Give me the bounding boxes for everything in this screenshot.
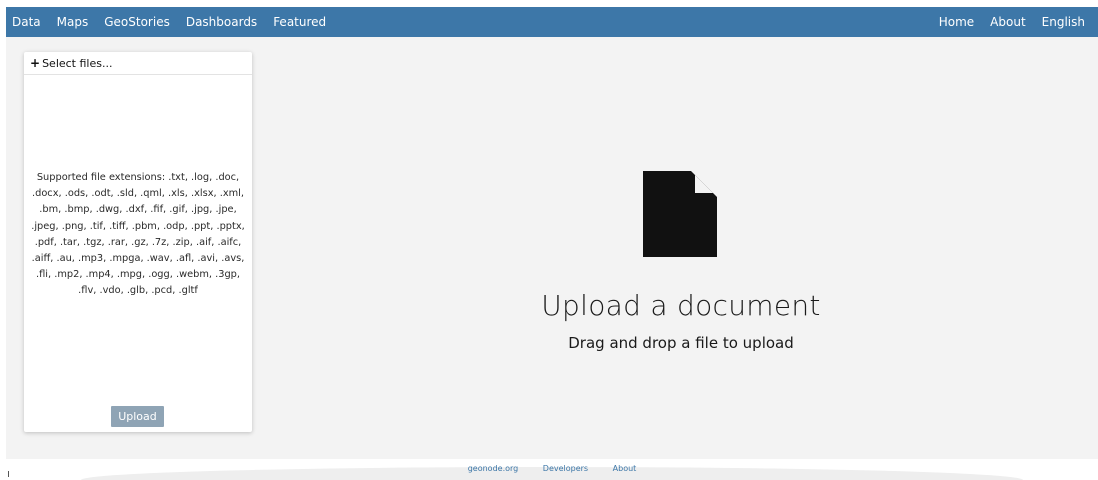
footer-links: geonode.org Developers About <box>6 464 1098 473</box>
top-navbar: Data Maps GeoStories Dashboards Featured… <box>6 7 1098 37</box>
nav-home[interactable]: Home <box>931 7 982 37</box>
footer-link-about[interactable]: About <box>613 464 637 473</box>
footer-link-geonode[interactable]: geonode.org <box>468 464 519 473</box>
nav-featured[interactable]: Featured <box>265 7 334 37</box>
nav-right: Home About English <box>931 7 1098 37</box>
upload-page: + Select files... Supported file extensio… <box>6 37 1098 459</box>
language-selector[interactable]: English <box>1034 7 1098 37</box>
edge-mark <box>8 471 9 477</box>
nav-about[interactable]: About <box>982 7 1033 37</box>
select-files-label: Select files... <box>42 57 113 70</box>
supported-extensions-text: Supported file extensions: .txt, .log, .… <box>31 172 245 297</box>
nav-data[interactable]: Data <box>6 7 49 37</box>
upload-button[interactable]: Upload <box>111 406 164 427</box>
drop-zone-subtitle: Drag and drop a file to upload <box>568 334 794 352</box>
footer-link-developers[interactable]: Developers <box>543 464 588 473</box>
plus-icon: + <box>30 56 41 70</box>
footer: geonode.org Developers About <box>6 459 1098 480</box>
select-files-button[interactable]: + Select files... <box>24 52 252 75</box>
nav-left: Data Maps GeoStories Dashboards Featured <box>6 7 334 37</box>
nav-geostories[interactable]: GeoStories <box>96 7 178 37</box>
file-upload-panel: + Select files... Supported file extensio… <box>24 52 252 432</box>
drop-zone-title: Upload a document <box>541 289 821 322</box>
document-icon <box>643 171 717 257</box>
nav-maps[interactable]: Maps <box>49 7 97 37</box>
nav-dashboards[interactable]: Dashboards <box>178 7 265 37</box>
